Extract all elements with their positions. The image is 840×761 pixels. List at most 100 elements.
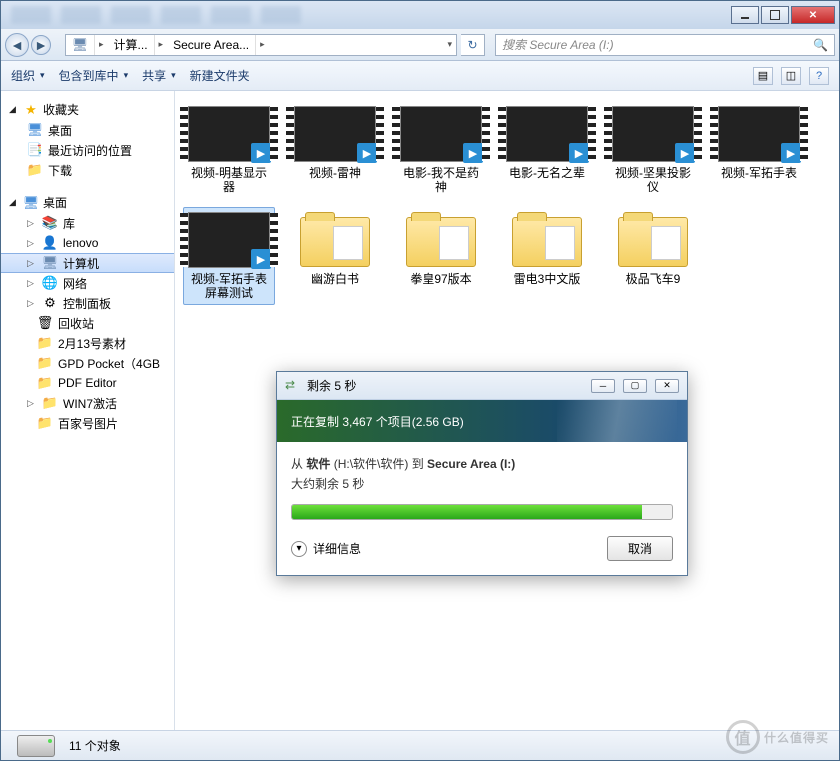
folder-icon: 📁	[37, 355, 53, 371]
folder-icon: 📁	[37, 335, 53, 351]
folder-thumb	[294, 212, 376, 268]
file-label: 幽游白书	[311, 272, 359, 286]
help-button[interactable]: ?	[809, 67, 829, 85]
computer-icon: 🖥	[42, 255, 58, 271]
film-icon: ▶	[569, 143, 589, 163]
sidebar-item-win7[interactable]: ▷📁WIN7激活	[1, 393, 174, 413]
video-thumb: ▶	[506, 106, 588, 162]
video-thumb: ▶	[612, 106, 694, 162]
sidebar-item-baijia[interactable]: 📁百家号图片	[1, 413, 174, 433]
file-item[interactable]: ▶视频-明基显示器	[183, 101, 275, 199]
progress-fill	[292, 505, 642, 519]
maximize-button[interactable]	[761, 6, 789, 24]
file-item[interactable]: 拳皇97版本	[395, 207, 487, 305]
sidebar-item-network[interactable]: ▷🌐网络	[1, 273, 174, 293]
view-button[interactable]: ▤	[753, 67, 773, 85]
film-icon: ▶	[251, 249, 271, 269]
sidebar-item-feb13[interactable]: 📁2月13号素材	[1, 333, 174, 353]
file-item[interactable]: 雷电3中文版	[501, 207, 593, 305]
file-label: 电影-无名之辈	[509, 166, 585, 180]
sidebar-item-recycle[interactable]: 🗑回收站	[1, 313, 174, 333]
breadcrumb[interactable]: 🖥 ▸ 计算... ▸ Secure Area... ▸ ▾	[65, 34, 457, 56]
sidebar-item-computer[interactable]: ▷🖥计算机	[1, 253, 174, 273]
favorites-header[interactable]: ◢ ★ 收藏夹	[1, 99, 174, 120]
expand-icon: ◢	[9, 197, 19, 208]
dialog-header: 正在复制 3,467 个项目(2.56 GB)	[277, 400, 687, 442]
file-item[interactable]: ▶ 视频-雷神	[289, 101, 381, 199]
sidebar-item-downloads[interactable]: 📁下载	[1, 160, 174, 180]
file-item[interactable]: ▶ 电影-我不是药神	[395, 101, 487, 199]
video-thumb: ▶	[188, 106, 270, 162]
dialog-maximize[interactable]: ▢	[623, 379, 647, 393]
recent-icon: 📑	[27, 142, 43, 158]
file-label: 雷电3中文版	[514, 272, 581, 286]
file-item[interactable]: ▶视频-军拓手表	[713, 101, 805, 199]
file-label: 视频-坚果投影仪	[612, 166, 694, 194]
file-item[interactable]: ▶ 视频-军拓手表屏幕测试	[183, 207, 275, 305]
dialog-minimize[interactable]: ─	[591, 379, 615, 393]
drive-icon	[17, 735, 55, 757]
organize-menu[interactable]: 组织	[11, 67, 45, 84]
back-button[interactable]: ◄	[5, 33, 29, 57]
toolbar-right: ▤ ◫ ?	[753, 67, 829, 85]
sidebar-item-gpd[interactable]: 📁GPD Pocket（4GB	[1, 353, 174, 373]
file-item[interactable]: 极品飞车9	[607, 207, 699, 305]
progress-bar	[291, 504, 673, 520]
cancel-button[interactable]: 取消	[607, 536, 673, 561]
folder-thumb	[400, 212, 482, 268]
desktop-icon: 🖥	[27, 122, 43, 138]
file-label: 视频-军拓手表屏幕测试	[188, 272, 270, 300]
forward-button[interactable]: ►	[31, 35, 51, 55]
search-input[interactable]: 搜索 Secure Area (I:) 🔍	[495, 34, 835, 56]
search-placeholder: 搜索 Secure Area (I:)	[502, 36, 614, 53]
network-icon: 🌐	[42, 275, 58, 291]
bc-computer[interactable]: 计算...	[108, 35, 155, 55]
sidebar-item-desktop[interactable]: 🖥桌面	[1, 120, 174, 140]
bc-drive[interactable]: Secure Area...	[167, 35, 256, 55]
computer-icon: 🖥	[72, 37, 88, 53]
file-item[interactable]: ▶ 电影-无名之辈	[501, 101, 593, 199]
sidebar-item-control[interactable]: ▷⚙控制面板	[1, 293, 174, 313]
copy-dialog: ⇄ 剩余 5 秒 ─ ▢ ✕ 正在复制 3,467 个项目(2.56 GB) 从…	[276, 371, 688, 576]
search-icon: 🔍	[813, 38, 828, 52]
user-icon: 👤	[42, 235, 58, 251]
desktop-label: 桌面	[43, 194, 67, 211]
share-menu[interactable]: 共享	[142, 67, 176, 84]
bc-root[interactable]: 🖥	[66, 35, 95, 55]
file-item[interactable]: ▶ 视频-坚果投影仪	[607, 101, 699, 199]
eta-line: 大约剩余 5 秒	[291, 475, 673, 492]
details-label[interactable]: 详细信息	[313, 540, 361, 557]
dialog-titlebar[interactable]: ⇄ 剩余 5 秒 ─ ▢ ✕	[277, 372, 687, 400]
sidebar-item-recent[interactable]: 📑最近访问的位置	[1, 140, 174, 160]
favorites-label: 收藏夹	[43, 101, 79, 118]
folder-thumb	[506, 212, 588, 268]
sidebar-item-library[interactable]: ▷📚库	[1, 213, 174, 233]
desktop-group: ◢ 🖥 桌面 ▷📚库 ▷👤lenovo ▷🖥计算机 ▷🌐网络 ▷⚙控制面板 🗑回…	[1, 192, 174, 433]
newfolder-button[interactable]: 新建文件夹	[190, 67, 250, 84]
bc-sep: ▸	[256, 39, 269, 50]
file-label: 视频-雷神	[309, 166, 361, 180]
film-icon: ▶	[357, 143, 377, 163]
statusbar: 11 个对象	[1, 730, 839, 760]
video-thumb: ▶	[400, 106, 482, 162]
preview-button[interactable]: ◫	[781, 67, 801, 85]
bc-dropdown[interactable]: ▾	[443, 39, 456, 50]
close-button[interactable]	[791, 6, 835, 24]
expand-details-button[interactable]: ▾	[291, 541, 307, 557]
file-label: 电影-我不是药神	[400, 166, 482, 194]
dialog-body: 从 软件 (H:\软件\软件) 到 Secure Area (I:) 大约剩余 …	[277, 442, 687, 575]
film-icon: ▶	[781, 143, 801, 163]
dialog-close[interactable]: ✕	[655, 379, 679, 393]
status-count: 11 个对象	[69, 737, 121, 754]
film-icon: ▶	[251, 143, 271, 163]
desktop-header[interactable]: ◢ 🖥 桌面	[1, 192, 174, 213]
minimize-button[interactable]	[731, 6, 759, 24]
sidebar-item-pdf[interactable]: 📁PDF Editor	[1, 373, 174, 393]
folder-icon: 📁	[37, 375, 53, 391]
explorer-window: ◄ ► 🖥 ▸ 计算... ▸ Secure Area... ▸ ▾ ↻ 搜索 …	[0, 0, 840, 761]
sidebar-item-lenovo[interactable]: ▷👤lenovo	[1, 233, 174, 253]
refresh-button[interactable]: ↻	[461, 34, 485, 56]
file-item[interactable]: 幽游白书	[289, 207, 381, 305]
include-menu[interactable]: 包含到库中	[59, 67, 129, 84]
recycle-icon: 🗑	[37, 315, 53, 331]
